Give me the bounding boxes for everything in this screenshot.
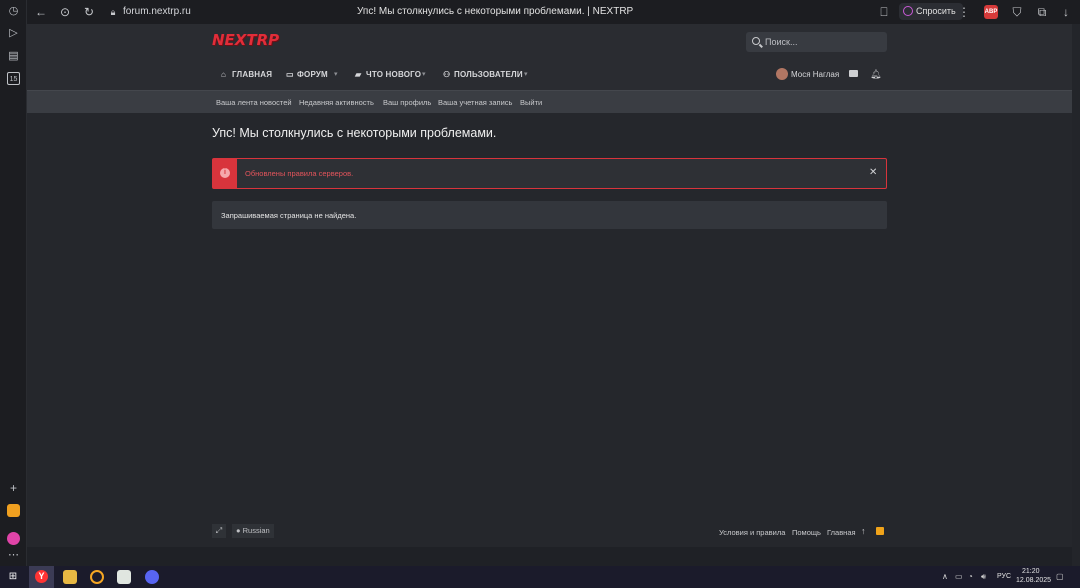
subnav-account[interactable]: Ваша учетная запись [438, 98, 512, 107]
os-taskbar: ⊞ Y ∧ ▭ ◔ 🔊︎ РУС 21:20 12.08.2025 ▢ [0, 566, 1080, 588]
menu-dots-icon[interactable]: ⋮ [957, 5, 971, 19]
ask-button[interactable]: Спросить [899, 3, 963, 20]
add-icon[interactable]: + [7, 482, 20, 495]
nav-forum[interactable]: ▭ ФОРУМ [286, 70, 328, 79]
comment-icon: ▰ [355, 70, 362, 79]
battery-icon[interactable]: ▭ [955, 572, 963, 581]
protect-icon[interactable]: ⊙ [58, 5, 72, 19]
wifi-icon[interactable]: ◔ [968, 572, 973, 581]
app-window-icon[interactable] [117, 570, 131, 584]
nav-whats-new[interactable]: ▰ ЧТО НОВОГО [355, 70, 421, 79]
subnav-profile[interactable]: Ваш профиль [383, 98, 431, 107]
search-placeholder: Поиск... [765, 37, 798, 47]
page-tab-title: Упс! Мы столкнулись с некоторыми проблем… [357, 6, 634, 17]
bookmark-icon[interactable]: ⎕ [877, 5, 891, 19]
web-page: NEXTRP Поиск... ⌂ ГЛАВНАЯ ▭ ФОРУМ ▾ ▰ ЧТО Н… [27, 24, 1080, 566]
users-icon: ⚇ [443, 70, 451, 79]
nav-whats-new-label: ЧТО НОВОГО [366, 70, 422, 79]
shield-icon[interactable]: ⛉ [1010, 5, 1024, 19]
subnav-logout[interactable]: Выйти [520, 98, 542, 107]
site-footer: ⤢ ● Russian Условия и правила Помощь Гла… [27, 517, 1072, 566]
arrow-up-icon[interactable]: ↑ [861, 526, 866, 536]
nav-home-label: ГЛАВНАЯ [232, 70, 273, 79]
play-icon[interactable]: ▷ [7, 27, 20, 40]
language-chooser[interactable]: ● Russian [232, 524, 274, 538]
address-bar[interactable]: forum.nextrp.ru [123, 6, 191, 17]
translate-icon[interactable]: ⧉ [1035, 5, 1049, 19]
history-icon[interactable]: ◷ [7, 5, 20, 18]
footer-link-help[interactable]: Помощь [792, 528, 821, 537]
mail-app-icon[interactable] [7, 504, 20, 517]
mail-icon[interactable] [849, 70, 858, 77]
adblock-icon[interactable]: ABP [984, 5, 998, 19]
language-label: Russian [242, 526, 270, 535]
search-input[interactable]: Поиск... [746, 32, 887, 52]
chevron-down-icon[interactable]: ▾ [524, 70, 528, 78]
close-icon[interactable]: ✕ [869, 167, 877, 178]
notice-alert: i Обновлены правила серверов. ✕ [212, 158, 887, 189]
file-explorer-icon[interactable] [63, 570, 77, 584]
alert-side: i [213, 159, 237, 188]
avatar[interactable] [776, 68, 788, 80]
language-indicator[interactable]: РУС [997, 573, 1011, 580]
browser-sidebar: ◷ ▷ ▤ 15 + ⋯ [0, 0, 27, 566]
notifications-icon[interactable]: ▢ [1056, 572, 1064, 581]
browser-toolbar: ← ⊙ ↻ 🔒︎ forum.nextrp.ru Упс! Мы столкну… [27, 0, 1080, 24]
error-message: Запрашиваемая страница не найдена. [221, 211, 357, 220]
more-icon[interactable]: ⋯ [7, 549, 20, 562]
page-scrollbar[interactable] [1072, 24, 1080, 566]
forum-icon: ▭ [286, 70, 294, 79]
subnav-recent-activity[interactable]: Недавняя активность [299, 98, 374, 107]
alice-icon[interactable] [7, 532, 20, 545]
footer-bar: ⤢ ● Russian Условия и правила Помощь Гла… [27, 517, 1072, 547]
home-icon: ⌂ [221, 70, 227, 79]
windows-start-icon[interactable]: ⊞ [6, 570, 20, 584]
calendar-icon[interactable]: 15 [7, 72, 20, 85]
nav-users-label: ПОЛЬЗОВАТЕЛИ [454, 70, 523, 79]
globe-icon: ● [236, 526, 241, 535]
volume-icon[interactable]: 🔊︎ [981, 572, 986, 582]
page-title: Упс! Мы столкнулись с некоторыми проблем… [212, 126, 497, 140]
nav-users[interactable]: ⚇ ПОЛЬЗОВАТЕЛИ [443, 70, 523, 79]
app-icon[interactable] [90, 570, 104, 584]
subnav-news-feed[interactable]: Ваша лента новостей [216, 98, 292, 107]
main-content: Упс! Мы столкнулись с некоторыми проблем… [27, 113, 1072, 517]
back-icon[interactable]: ← [34, 5, 48, 19]
yandex-browser-taskbar-icon[interactable]: Y [29, 566, 54, 588]
expand-icon[interactable]: ⤢ [212, 524, 226, 538]
clock-date[interactable]: 12.08.2025 [1016, 577, 1051, 584]
collections-icon[interactable]: ▤ [7, 50, 20, 63]
discord-icon[interactable] [145, 570, 159, 584]
ask-icon [903, 6, 913, 16]
alert-text[interactable]: Обновлены правила серверов. [245, 169, 353, 178]
sub-navigation: Ваша лента новостей Недавняя активность … [27, 90, 1072, 113]
info-icon: i [220, 168, 230, 178]
lock-icon[interactable]: 🔒︎ [106, 5, 120, 19]
error-block: Запрашиваемая страница не найдена. [212, 201, 887, 229]
search-icon [752, 37, 760, 45]
footer-link-home[interactable]: Главная [827, 528, 856, 537]
chevron-down-icon[interactable]: ▾ [422, 70, 426, 78]
site-header: NEXTRP Поиск... ⌂ ГЛАВНАЯ ▭ ФОРУМ ▾ ▰ ЧТО Н… [27, 24, 1072, 90]
chevron-down-icon[interactable]: ▾ [334, 70, 338, 78]
ask-button-label: Спросить [916, 6, 956, 16]
rss-icon[interactable] [876, 527, 884, 535]
nav-home[interactable]: ⌂ ГЛАВНАЯ [221, 70, 272, 79]
user-name[interactable]: Мося Наглая [791, 70, 839, 79]
bell-icon[interactable]: 🔔︎ [870, 69, 881, 80]
reload-icon[interactable]: ↻ [82, 5, 96, 19]
download-icon[interactable]: ↓ [1059, 5, 1073, 19]
clock-time[interactable]: 21:20 [1022, 568, 1040, 575]
site-logo[interactable]: NEXTRP [212, 31, 279, 49]
chevron-up-icon[interactable]: ∧ [942, 572, 948, 581]
nav-forum-label: ФОРУМ [297, 70, 328, 79]
yandex-icon: Y [35, 570, 48, 583]
footer-link-terms[interactable]: Условия и правила [719, 528, 785, 537]
